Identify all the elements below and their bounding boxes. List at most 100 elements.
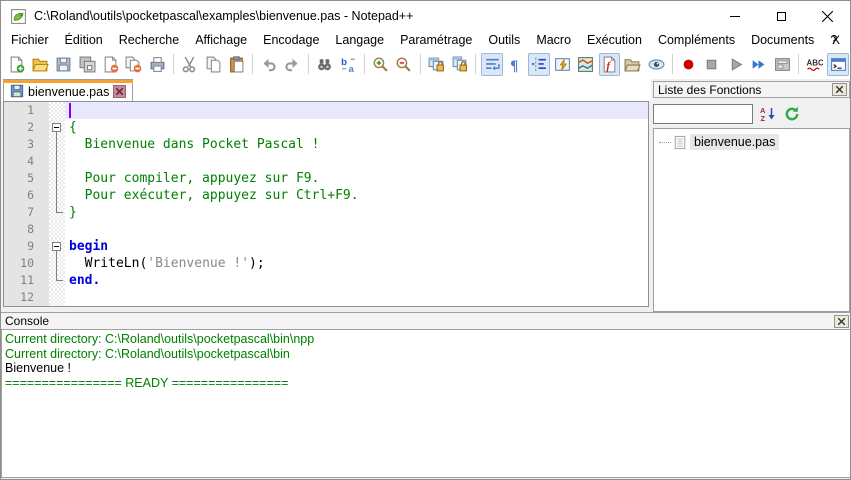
function-list-item[interactable]: bienvenue.pas <box>654 133 849 151</box>
editor-line-1[interactable]: 1 <box>4 102 648 119</box>
menu-item-edition[interactable]: Édition <box>57 31 111 49</box>
menu-item-parametrage[interactable]: Paramétrage <box>392 31 480 49</box>
find-button[interactable] <box>314 53 335 76</box>
fold-margin <box>49 289 65 306</box>
save-all-button[interactable] <box>76 53 97 76</box>
menu-close-document-button[interactable]: X <box>832 31 840 49</box>
editor-line-8[interactable]: 8 <box>4 221 648 238</box>
line-number: 9 <box>4 238 49 255</box>
monitoring-button[interactable] <box>645 53 666 76</box>
tab-close-button[interactable] <box>113 85 126 98</box>
editor-line-9[interactable]: 9 begin <box>4 238 648 255</box>
menu-item-affichage[interactable]: Affichage <box>187 31 255 49</box>
sort-az-button[interactable]: A Z <box>759 105 777 123</box>
line-text: { <box>65 119 648 136</box>
console-line: ================ READY ================ <box>5 376 851 391</box>
function-list-icon: f <box>601 56 618 73</box>
refresh-button[interactable] <box>783 105 801 123</box>
menu-item-execution[interactable]: Exécution <box>579 31 650 49</box>
macro-save-icon <box>774 56 791 73</box>
document-map-button[interactable] <box>575 53 596 76</box>
editor-line-5[interactable]: 5 Pour compiler, appuyez sur F9. <box>4 170 648 187</box>
console-output[interactable]: Current directory: C:\Roland\outils\pock… <box>1 330 851 478</box>
editor-line-6[interactable]: 6 Pour exécuter, appuyez sur Ctrl+F9. <box>4 187 648 204</box>
menu-item-recherche[interactable]: Recherche <box>111 31 187 49</box>
folder-as-workspace-icon <box>624 56 641 73</box>
minimize-button[interactable] <box>712 1 758 31</box>
copy-button[interactable] <box>202 53 223 76</box>
folder-as-workspace-button[interactable] <box>622 53 643 76</box>
spell-check-button[interactable]: ABC <box>804 53 825 76</box>
show-all-characters-button[interactable]: ¶ <box>505 53 526 76</box>
console-close-button[interactable] <box>834 315 849 328</box>
svg-text:Z: Z <box>761 114 766 122</box>
maximize-button[interactable] <box>758 1 804 31</box>
open-file-icon <box>32 56 49 73</box>
editor-line-10[interactable]: 10 WriteLn('Bienvenue !'); <box>4 255 648 272</box>
menu-item-complements[interactable]: Compléments <box>650 31 743 49</box>
menu-item-outils[interactable]: Outils <box>480 31 528 49</box>
function-list-title: Liste des Fonctions <box>658 83 761 97</box>
toolbar-separator <box>252 54 253 74</box>
editor-line-4[interactable]: 4 <box>4 153 648 170</box>
define-language-button[interactable] <box>552 53 573 76</box>
open-file-button[interactable] <box>29 53 50 76</box>
menu-item-documents[interactable]: Documents <box>743 31 822 49</box>
fold-margin <box>49 255 65 272</box>
word-wrap-button[interactable] <box>481 53 502 76</box>
redo-button[interactable] <box>282 53 303 76</box>
paste-button[interactable] <box>226 53 247 76</box>
zoom-out-button[interactable] <box>393 53 414 76</box>
undo-button[interactable] <box>258 53 279 76</box>
macro-play-button[interactable] <box>725 53 746 76</box>
line-number: 11 <box>4 272 49 289</box>
close-file-button[interactable] <box>100 53 121 76</box>
line-text: begin <box>65 238 648 255</box>
macro-play-icon <box>727 56 744 73</box>
editor-line-2[interactable]: 2{ <box>4 119 648 136</box>
close-all-button[interactable] <box>123 53 144 76</box>
macro-stop-icon <box>703 56 720 73</box>
console-button[interactable] <box>827 53 848 76</box>
editor-line-12[interactable]: 12 <box>4 289 648 306</box>
code-editor[interactable]: 12{3 Bienvenue dans Pocket Pascal !45 Po… <box>3 101 649 307</box>
tab-bar: bienvenue.pas <box>1 79 651 101</box>
macro-save-button[interactable] <box>772 53 793 76</box>
print-button[interactable] <box>147 53 168 76</box>
indent-guide-button[interactable] <box>528 53 549 76</box>
console-icon <box>830 56 847 73</box>
zoom-in-button[interactable] <box>370 53 391 76</box>
sort-az-icon: A Z <box>760 106 776 122</box>
menu-item-macro[interactable]: Macro <box>528 31 579 49</box>
fold-collapse-button[interactable] <box>49 238 65 255</box>
menu-item-fichier[interactable]: Fichier <box>3 31 57 49</box>
text-caret <box>69 103 71 118</box>
menu-item-encodage[interactable]: Encodage <box>255 31 327 49</box>
macro-record-button[interactable] <box>678 53 699 76</box>
function-search-input[interactable] <box>653 104 753 124</box>
maximize-icon <box>777 12 786 21</box>
cut-button[interactable] <box>179 53 200 76</box>
function-list-tree[interactable]: bienvenue.pas <box>653 128 850 312</box>
close-icon <box>836 86 843 93</box>
fold-collapse-button[interactable] <box>49 119 65 136</box>
editor-line-11[interactable]: 11end. <box>4 272 648 289</box>
find-icon <box>316 56 333 73</box>
function-list-button[interactable]: f <box>599 53 620 76</box>
macro-run-multiple-button[interactable] <box>748 53 769 76</box>
editor-line-3[interactable]: 3 Bienvenue dans Pocket Pascal ! <box>4 136 648 153</box>
close-icon <box>116 88 123 95</box>
sync-horizontal-button[interactable] <box>449 53 470 76</box>
fold-margin <box>49 221 65 238</box>
macro-stop-button[interactable] <box>701 53 722 76</box>
menu-item-langage[interactable]: Langage <box>327 31 392 49</box>
save-file-button[interactable] <box>53 53 74 76</box>
new-file-button[interactable] <box>6 53 27 76</box>
editor-line-7[interactable]: 7} <box>4 204 648 221</box>
tab-bienvenue-pas[interactable]: bienvenue.pas <box>3 79 133 101</box>
close-button[interactable] <box>804 1 850 31</box>
sync-vertical-button[interactable] <box>426 53 447 76</box>
replace-button[interactable]: ba <box>337 53 358 76</box>
title-bar: C:\Roland\outils\pocketpascal\examples\b… <box>1 1 850 31</box>
function-list-close-button[interactable] <box>832 83 847 96</box>
